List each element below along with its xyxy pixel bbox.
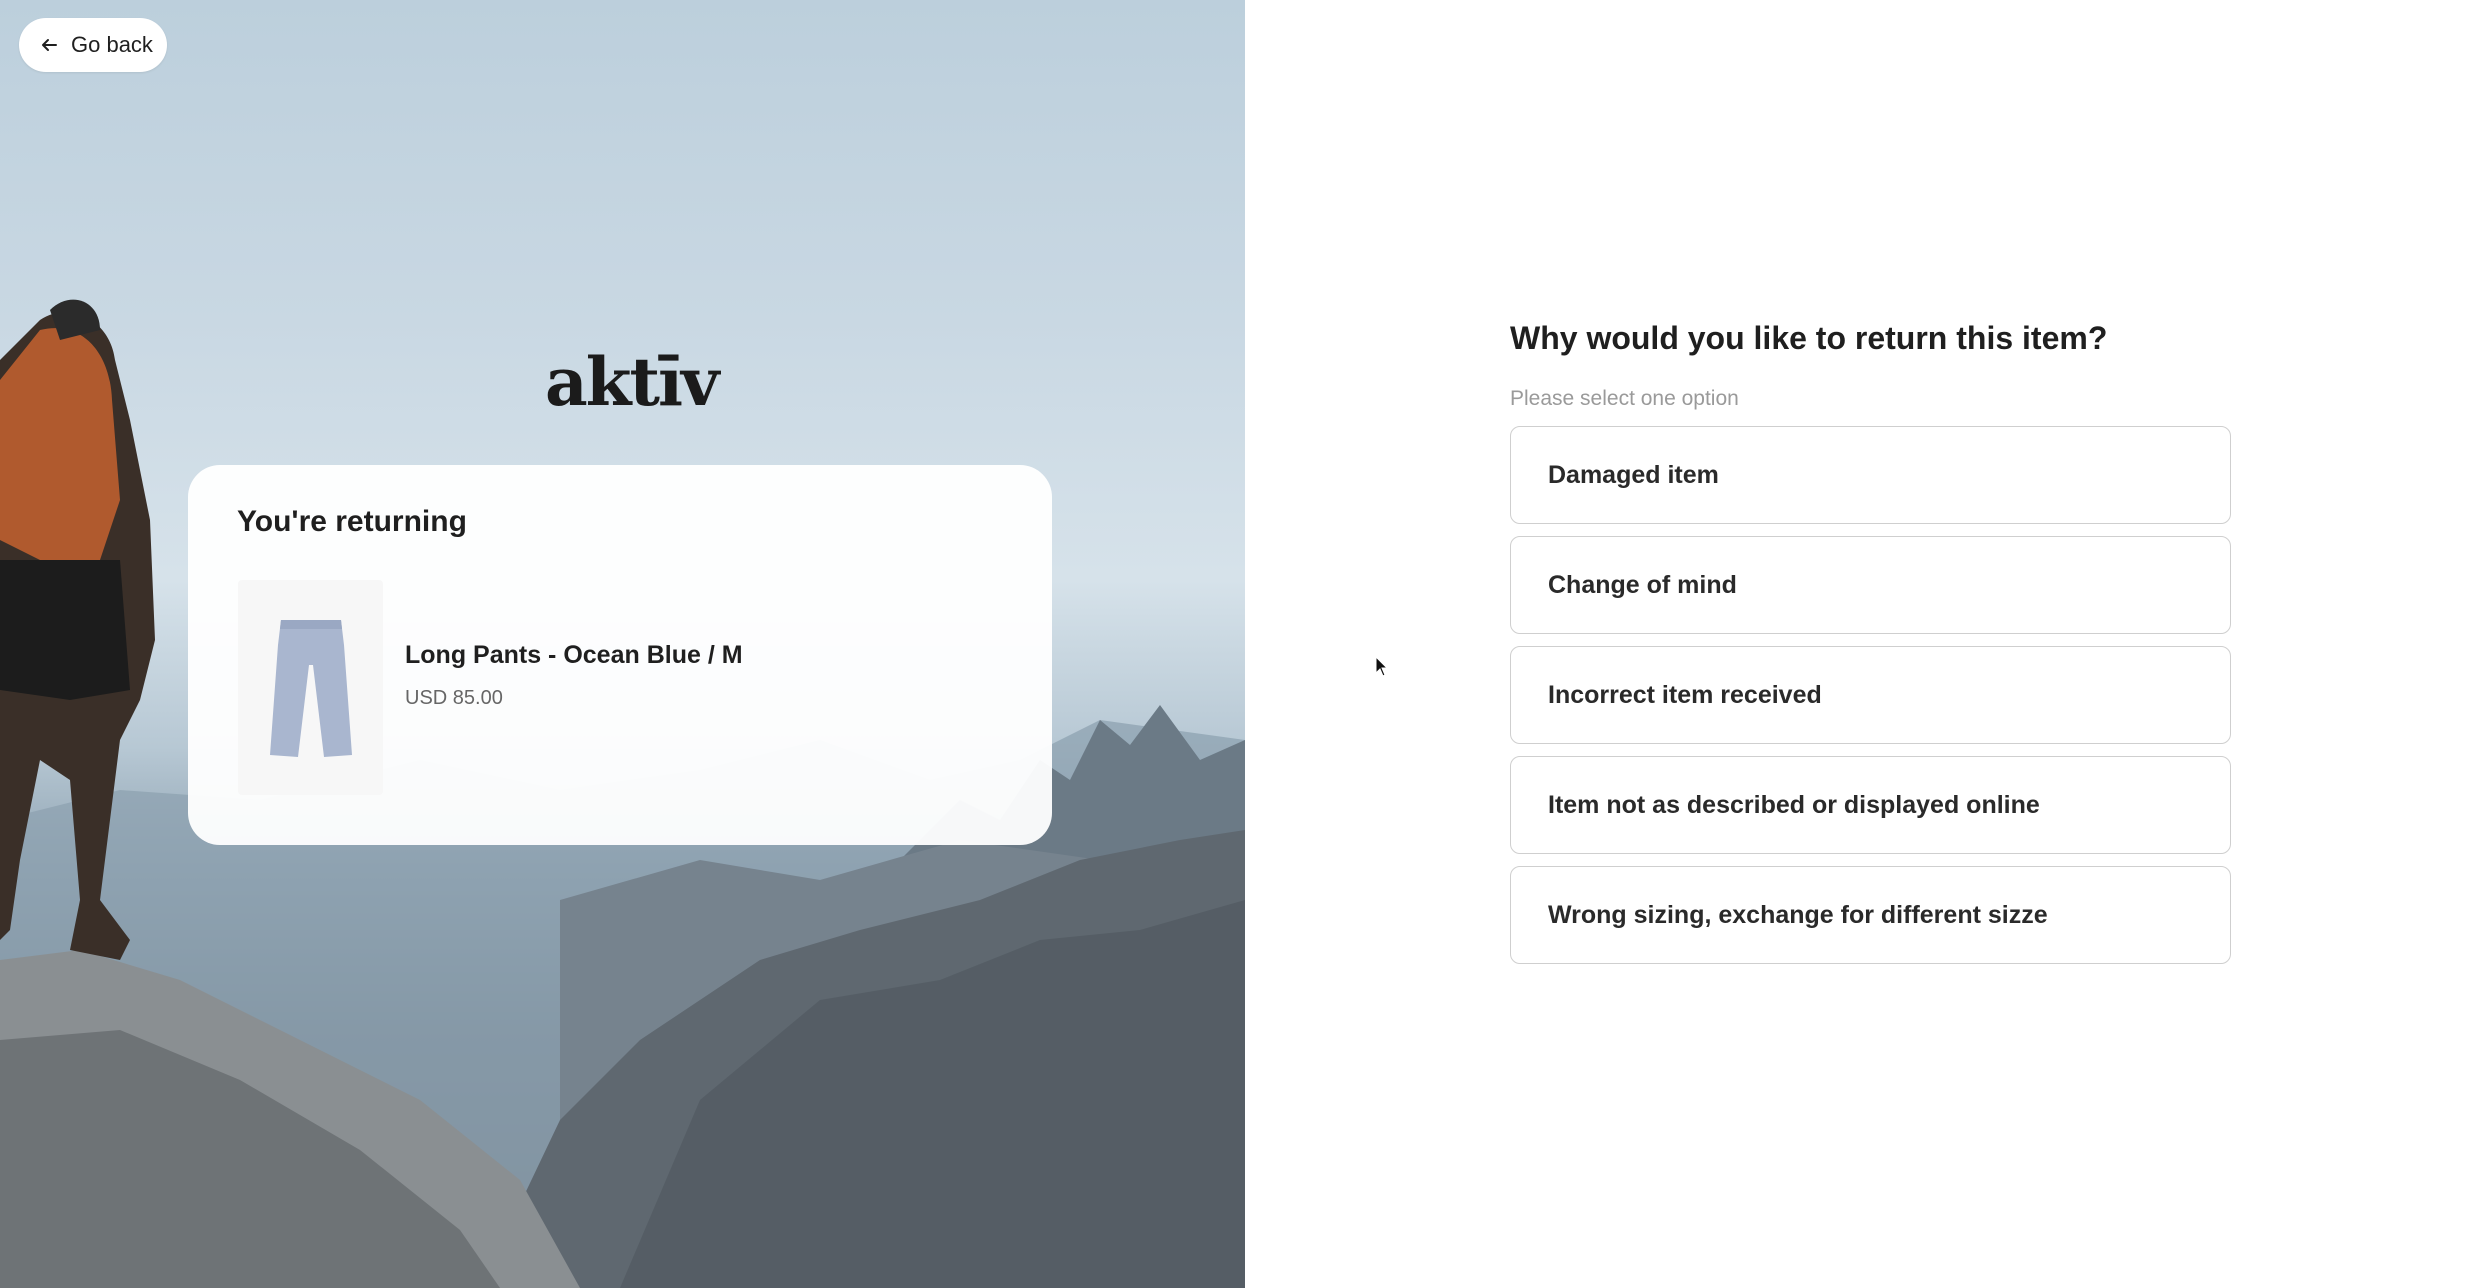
go-back-button[interactable]: Go back — [19, 18, 167, 72]
option-change-of-mind[interactable]: Change of mind — [1510, 536, 2231, 634]
pants-image — [269, 620, 352, 757]
product-price: USD 85.00 — [405, 687, 503, 709]
hero-panel: Go back aktīv You're returning Long Pant… — [0, 0, 1245, 1288]
arrow-left-icon — [42, 39, 57, 51]
product-image — [238, 580, 383, 795]
return-reason-question: Why would you like to return this item? — [1510, 320, 2108, 356]
option-wrong-sizing[interactable]: Wrong sizing, exchange for different siz… — [1510, 866, 2231, 964]
reason-options-list: Damaged item Change of mind Incorrect it… — [1510, 426, 2231, 976]
option-incorrect-item[interactable]: Incorrect item received — [1510, 646, 2231, 744]
go-back-label: Go back — [71, 32, 153, 57]
option-not-as-described[interactable]: Item not as described or displayed onlin… — [1510, 756, 2231, 854]
option-damaged-item[interactable]: Damaged item — [1510, 426, 2231, 524]
returning-item-card: You're returning Long Pants - Ocean Blue… — [188, 465, 1052, 845]
select-option-hint: Please select one option — [1510, 387, 1739, 410]
brand-logo: aktīv — [545, 343, 719, 421]
product-name: Long Pants - Ocean Blue / M — [405, 641, 743, 669]
mouse-pointer-icon — [1375, 656, 1389, 677]
returning-heading: You're returning — [237, 505, 467, 538]
